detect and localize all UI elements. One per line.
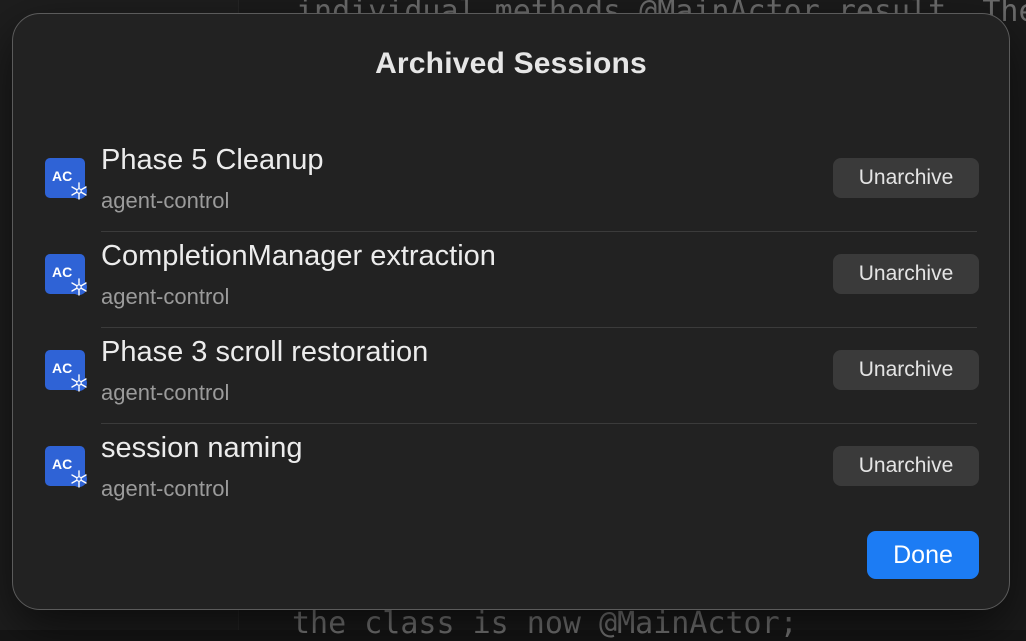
agent-control-app-icon: AC	[45, 254, 87, 296]
session-project: agent-control	[101, 476, 230, 501]
session-title: Phase 3 scroll restoration	[101, 336, 429, 368]
session-title: Phase 5 Cleanup	[101, 144, 324, 176]
snowflake-gear-icon	[71, 278, 87, 296]
session-row: AC CompletionManager extraction agent-co…	[13, 232, 1009, 328]
done-button[interactable]: Done	[867, 531, 979, 579]
agent-control-app-icon: AC	[45, 158, 87, 200]
session-project: agent-control	[101, 380, 230, 405]
unarchive-button[interactable]: Unarchive	[833, 446, 979, 486]
dialog-title: Archived Sessions	[375, 47, 647, 80]
unarchive-button[interactable]: Unarchive	[833, 350, 979, 390]
archived-sessions-list: AC Phase 5 Cleanup agent-control Unarchi…	[13, 136, 1009, 520]
session-row: AC Phase 3 scroll restoration agent-cont…	[13, 328, 1009, 424]
session-row: AC Phase 5 Cleanup agent-control Unarchi…	[13, 136, 1009, 232]
session-row: AC session naming agent-control Unarchiv…	[13, 424, 1009, 520]
snowflake-gear-icon	[71, 374, 87, 392]
session-title: CompletionManager extraction	[101, 240, 496, 272]
archived-sessions-dialog: Archived Sessions AC Phase 5 Cleanup age…	[12, 13, 1010, 610]
snowflake-gear-icon	[71, 182, 87, 200]
unarchive-button[interactable]: Unarchive	[833, 158, 979, 198]
background-code-line-bottom: the class is now @MainActor;	[292, 606, 798, 641]
session-project: agent-control	[101, 188, 230, 213]
session-project: agent-control	[101, 284, 230, 309]
unarchive-button[interactable]: Unarchive	[833, 254, 979, 294]
agent-control-app-icon: AC	[45, 350, 87, 392]
session-title: session naming	[101, 432, 303, 464]
snowflake-gear-icon	[71, 470, 87, 488]
agent-control-app-icon: AC	[45, 446, 87, 488]
